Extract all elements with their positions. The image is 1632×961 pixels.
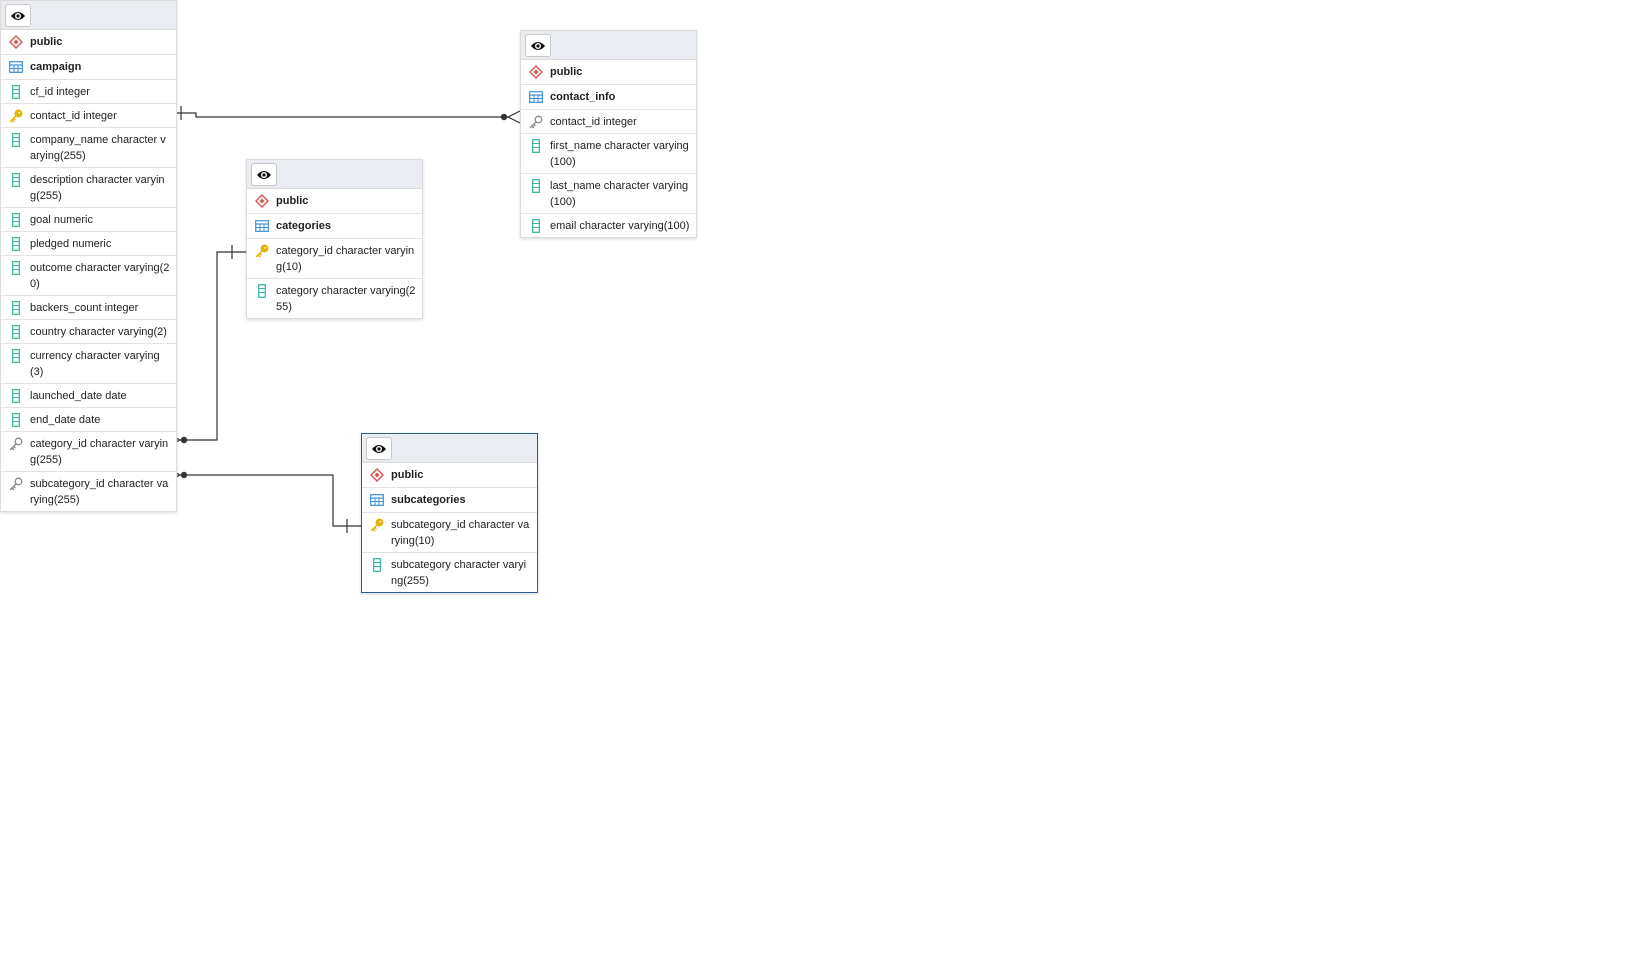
- table-node-categories[interactable]: public categories category_id character …: [246, 159, 423, 319]
- eye-icon[interactable]: [366, 437, 392, 460]
- table-icon: [529, 89, 543, 105]
- column-icon: [255, 283, 269, 299]
- column-row: cf_id integer: [1, 80, 176, 104]
- column-icon: [9, 132, 23, 148]
- column-label: pledged numeric: [30, 238, 112, 250]
- column-icon: [9, 260, 23, 276]
- table-icon: [370, 492, 384, 508]
- column-icon: [370, 557, 384, 573]
- foreign-key-icon: [9, 476, 23, 492]
- eye-icon[interactable]: [251, 163, 277, 186]
- column-label: category_id character varying(10): [276, 245, 415, 273]
- column-icon: [529, 138, 543, 154]
- column-icon: [9, 300, 23, 316]
- column-row: company_name character varying(255): [1, 128, 176, 168]
- column-row: backers_count integer: [1, 296, 176, 320]
- column-label: last_name character varying(100): [550, 180, 689, 208]
- column-label: subcategory_id character varying(10): [391, 519, 530, 547]
- column-row: last_name character varying(100): [521, 174, 696, 214]
- column-label: first_name character varying(100): [550, 140, 689, 168]
- column-row: goal numeric: [1, 208, 176, 232]
- table-name-row: categories: [247, 214, 422, 239]
- column-icon: [9, 324, 23, 340]
- eye-icon[interactable]: [525, 34, 551, 57]
- column-row: end_date date: [1, 408, 176, 432]
- column-label: email character varying(100): [550, 220, 690, 232]
- column-row: email character varying(100): [521, 214, 696, 237]
- column-label: country character varying(2): [30, 326, 167, 338]
- link-campaign-subcategories[interactable]: [167, 468, 361, 533]
- primary-key-icon: [255, 243, 269, 259]
- table-name-row: contact_info: [521, 85, 696, 110]
- column-row: country character varying(2): [1, 320, 176, 344]
- schema-icon: [529, 64, 543, 80]
- column-row: outcome character varying(20): [1, 256, 176, 296]
- table-name-row: campaign: [1, 55, 176, 80]
- schema-row: public: [521, 60, 696, 85]
- column-label: goal numeric: [30, 214, 93, 226]
- schema-row: public: [247, 189, 422, 214]
- table-node-contact-info[interactable]: public contact_info contact_id integer fi…: [520, 30, 697, 238]
- column-row: contact_id integer: [1, 104, 176, 128]
- column-row: subcategory character varying(255): [362, 553, 537, 592]
- column-row: subcategory_id character varying(10): [362, 513, 537, 553]
- column-icon: [9, 172, 23, 188]
- link-campaign-contact-info[interactable]: [168, 106, 521, 124]
- column-row: category character varying(255): [247, 279, 422, 318]
- column-label: company_name character varying(255): [30, 134, 166, 162]
- column-icon: [9, 388, 23, 404]
- column-label: description character varying(255): [30, 174, 165, 202]
- column-icon: [9, 84, 23, 100]
- schema-icon: [255, 193, 269, 209]
- column-label: launched_date date: [30, 390, 127, 402]
- schema-row: public: [362, 463, 537, 488]
- primary-key-icon: [9, 108, 23, 124]
- column-label: currency character varying(3): [30, 350, 160, 378]
- table-node-header: [521, 31, 696, 60]
- foreign-key-icon: [9, 436, 23, 452]
- table-icon: [9, 59, 23, 75]
- relationship-links: [167, 106, 521, 533]
- table-node-header: [247, 160, 422, 189]
- column-icon: [9, 348, 23, 364]
- column-label: contact_id integer: [30, 110, 117, 122]
- column-label: outcome character varying(20): [30, 262, 170, 290]
- schema-icon: [9, 34, 23, 50]
- column-icon: [529, 178, 543, 194]
- column-icon: [9, 236, 23, 252]
- column-icon: [9, 412, 23, 428]
- column-row: subcategory_id character varying(255): [1, 472, 176, 511]
- column-row: currency character varying(3): [1, 344, 176, 384]
- foreign-key-icon: [529, 114, 543, 130]
- column-row: contact_id integer: [521, 110, 696, 134]
- eye-icon[interactable]: [5, 4, 31, 27]
- column-label: category_id character varying(255): [30, 438, 169, 466]
- column-row: category_id character varying(255): [1, 432, 176, 472]
- column-row: description character varying(255): [1, 168, 176, 208]
- table-name-row: subcategories: [362, 488, 537, 513]
- column-row: category_id character varying(10): [247, 239, 422, 279]
- column-label: category character varying(255): [276, 285, 416, 313]
- column-icon: [529, 218, 543, 234]
- column-label: cf_id integer: [30, 86, 90, 98]
- link-campaign-categories[interactable]: [167, 245, 246, 447]
- column-label: end_date date: [30, 414, 101, 426]
- column-row: launched_date date: [1, 384, 176, 408]
- primary-key-icon: [370, 517, 384, 533]
- schema-icon: [370, 467, 384, 483]
- table-node-header: [362, 434, 537, 463]
- table-node-header: [1, 1, 176, 30]
- column-label: subcategory_id character varying(255): [30, 478, 169, 506]
- table-icon: [255, 218, 269, 234]
- column-label: subcategory character varying(255): [391, 559, 527, 587]
- column-label: backers_count integer: [30, 302, 139, 314]
- column-row: first_name character varying(100): [521, 134, 696, 174]
- schema-row: public: [1, 30, 176, 55]
- table-node-subcategories[interactable]: public subcategories subcategory_id char…: [361, 433, 538, 593]
- column-row: pledged numeric: [1, 232, 176, 256]
- column-label: contact_id integer: [550, 116, 637, 128]
- table-node-campaign[interactable]: public campaign cf_id integer contact_id …: [0, 0, 177, 512]
- column-icon: [9, 212, 23, 228]
